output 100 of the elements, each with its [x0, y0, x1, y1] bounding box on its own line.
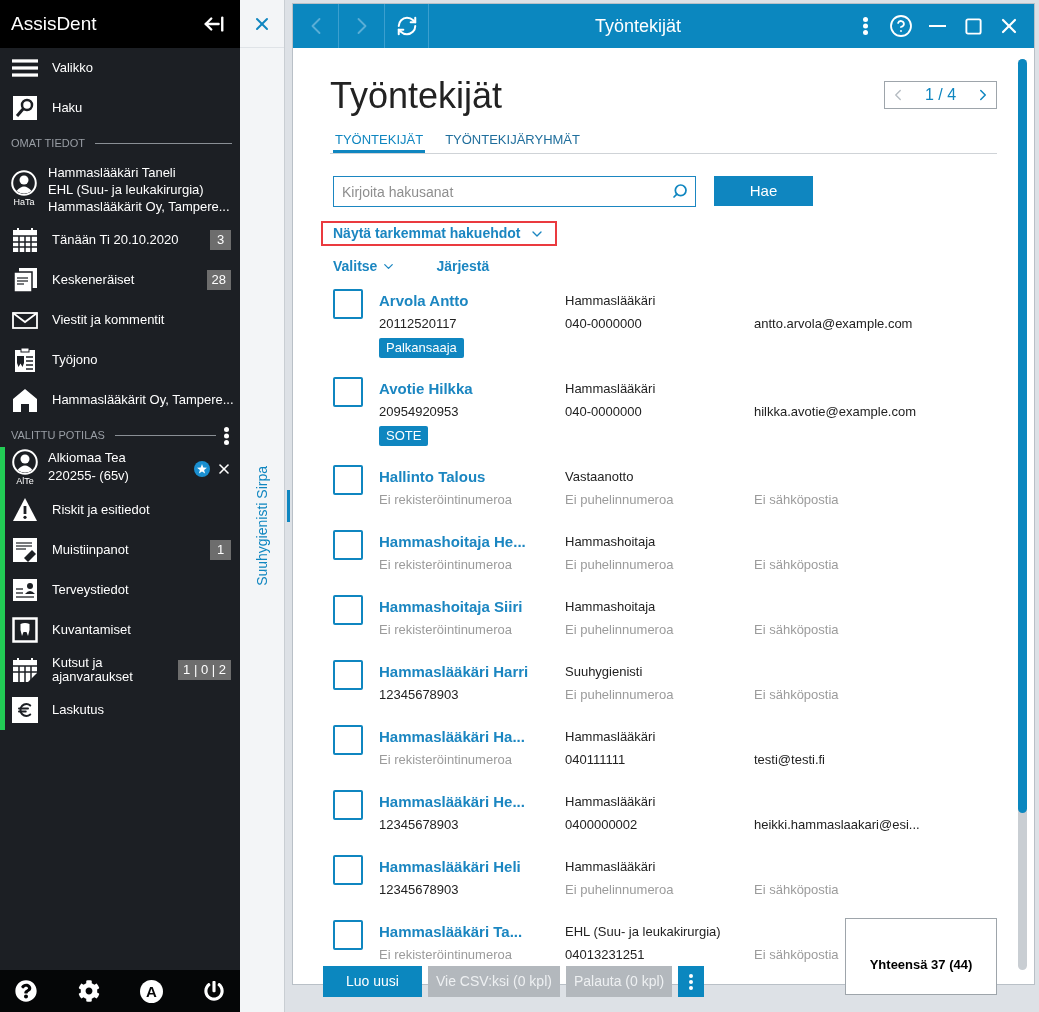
- sidebar-item[interactable]: Tänään Ti 20.10.2020 3: [0, 220, 240, 260]
- window-title: Työntekijät: [594, 14, 681, 38]
- sidebar-item[interactable]: Kuvantamiset: [5, 610, 240, 650]
- sidebar-item[interactable]: Riskit ja esitiedot: [5, 490, 240, 530]
- refresh-icon: [395, 15, 418, 37]
- checkbox[interactable]: [333, 660, 363, 690]
- sidebar-item[interactable]: Valikko: [0, 48, 240, 88]
- calendar-icon: [12, 657, 38, 683]
- page-indicator: 1 / 4: [924, 85, 957, 105]
- phone-number: Ei puhelinnumeroa: [565, 556, 674, 574]
- employee-name-link[interactable]: Hammaslääkäri Ha...: [379, 725, 525, 749]
- email-address: heikki.hammaslaakari@esi...: [754, 816, 920, 834]
- registration-number: Ei rekisteröintinumeroa: [379, 556, 512, 574]
- employee-name-link[interactable]: Hammaslääkäri Heli: [379, 855, 521, 879]
- checkbox[interactable]: [333, 595, 363, 625]
- kebab-icon: [862, 17, 868, 35]
- count-badge: 28: [206, 270, 231, 290]
- checkbox[interactable]: [333, 377, 363, 407]
- sidebar-item[interactable]: Viestit ja kommentit: [0, 300, 240, 340]
- email-address: Ei sähköpostia: [754, 686, 839, 704]
- sidebar-item[interactable]: Muistiinpanot 1: [5, 530, 240, 570]
- patient-name: Alkiomaa Tea: [48, 449, 127, 467]
- sidebar-item[interactable]: Terveystiedot: [5, 570, 240, 610]
- phone-number: Ei puhelinnumeroa: [565, 686, 674, 704]
- advanced-search-toggle[interactable]: Näytä tarkemmat hakuehdot: [321, 221, 557, 246]
- search-button[interactable]: Hae: [714, 176, 813, 206]
- registration-number: Ei rekisteröintinumeroa: [379, 491, 512, 509]
- sort-button[interactable]: Järjestä: [436, 256, 490, 277]
- search-field[interactable]: Kirjoita hakusanat: [333, 176, 696, 207]
- tab[interactable]: TYÖNTEKIJÄRYHMÄT: [443, 129, 582, 153]
- registration-number: 20112520117: [379, 315, 457, 333]
- select-dropdown-button[interactable]: Valitse: [333, 256, 397, 277]
- sidebar-item[interactable]: Keskeneräiset 28: [0, 260, 240, 300]
- registration-number: 12345678903: [379, 816, 459, 834]
- close-patient-button[interactable]: [216, 461, 232, 477]
- registration-number: Ei rekisteröintinumeroa: [379, 946, 512, 964]
- minimize-icon: [928, 25, 946, 27]
- job-title: Hammashoitaja: [565, 533, 656, 551]
- scrollbar[interactable]: [1018, 59, 1027, 970]
- splitter-handle[interactable]: [287, 490, 290, 522]
- registration-number: Ei rekisteröintinumeroa: [379, 751, 512, 769]
- documents-icon: [12, 267, 38, 293]
- count-badge: 1: [210, 540, 231, 560]
- employee-name-link[interactable]: Hammaslääkäri He...: [379, 790, 525, 814]
- help-icon: [889, 14, 913, 38]
- sidebar-item[interactable]: Kutsut ja ajanvaraukset 1 | 0 | 2: [5, 650, 240, 690]
- menu-icon: [12, 59, 38, 77]
- settings-button[interactable]: [77, 979, 101, 1003]
- job-title: Hammaslääkäri: [565, 292, 656, 310]
- count-badge: 1 | 0 | 2: [178, 660, 231, 680]
- checkbox[interactable]: [333, 855, 363, 885]
- registration-number: 12345678903: [379, 686, 459, 704]
- id-card-icon: [12, 577, 38, 603]
- checkbox[interactable]: [333, 289, 363, 319]
- employee-name-link[interactable]: Hammaslääkäri Harri: [379, 660, 529, 684]
- sidebar-item[interactable]: Työjono: [0, 340, 240, 380]
- help-button[interactable]: [14, 979, 38, 1003]
- calendar-icon: [12, 227, 38, 253]
- checkbox[interactable]: [333, 465, 363, 495]
- count-badge: 3: [210, 230, 231, 250]
- user-name: Hammaslääkäri Taneli: [48, 163, 177, 181]
- registration-number: 20954920953: [379, 403, 459, 421]
- power-icon: [204, 981, 224, 1001]
- section-heading: VALITTU POTILAS: [11, 428, 105, 444]
- job-title: Hammaslääkäri: [565, 793, 656, 811]
- job-title: Hammashoitaja: [565, 598, 656, 616]
- employee-name-link[interactable]: Hallinto Talous: [379, 465, 486, 489]
- email-address: hilkka.avotie@example.com: [754, 403, 917, 421]
- employee-tag: SOTE: [379, 426, 429, 446]
- phone-number: Ei puhelinnumeroa: [565, 621, 674, 639]
- tooth-clipboard-icon: [12, 347, 38, 373]
- checkbox[interactable]: [333, 920, 363, 950]
- checkbox[interactable]: [333, 790, 363, 820]
- sidebar-item[interactable]: Haku: [0, 88, 240, 128]
- search-icon: [672, 183, 688, 199]
- action-button[interactable]: Luo uusi: [323, 966, 422, 997]
- envelope-icon: [12, 311, 38, 329]
- employee-name-link[interactable]: Hammashoitaja He...: [379, 530, 526, 554]
- phone-number: Ei puhelinnumeroa: [565, 881, 674, 899]
- checkbox[interactable]: [333, 530, 363, 560]
- employee-name-link[interactable]: Hammaslääkäri Ta...: [379, 920, 523, 944]
- more-actions-button[interactable]: [678, 966, 705, 997]
- phone-number: 040-0000000: [565, 403, 642, 421]
- tab[interactable]: TYÖNTEKIJÄT: [333, 129, 426, 153]
- employee-name-link[interactable]: Avotie Hilkka: [379, 377, 473, 401]
- email-address: Ei sähköpostia: [754, 556, 839, 574]
- checkbox[interactable]: [333, 725, 363, 755]
- scrollbar-thumb[interactable]: [1018, 59, 1027, 813]
- avatar-initials: HaTa: [13, 197, 35, 208]
- note-icon: [12, 537, 38, 563]
- total-count: Yhteensä 37 (44): [869, 955, 973, 974]
- sidebar-item[interactable]: Hammaslääkärit Oy, Tampere...: [0, 380, 240, 420]
- account-button[interactable]: A: [140, 979, 163, 1003]
- sidebar-item[interactable]: Laskutus: [5, 690, 240, 730]
- employee-name-link[interactable]: Arvola Antto: [379, 289, 469, 313]
- app-title: AssisDent: [11, 11, 97, 36]
- power-button[interactable]: [202, 979, 226, 1003]
- email-address: testi@testi.fi: [754, 751, 825, 769]
- employee-name-link[interactable]: Hammashoitaja Siiri: [379, 595, 523, 619]
- job-title: Suuhygienisti: [565, 663, 643, 681]
